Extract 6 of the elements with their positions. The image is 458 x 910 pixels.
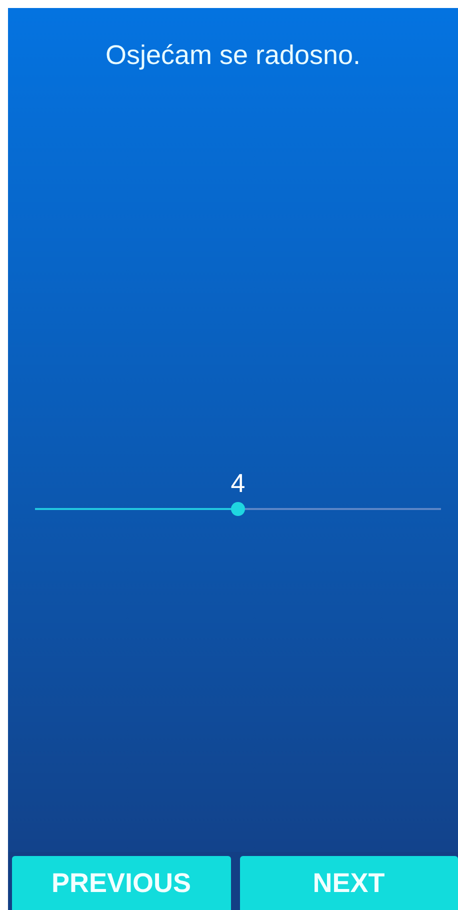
slider-value: 4 <box>230 468 246 498</box>
previous-button[interactable]: PREVIOUS <box>12 856 230 910</box>
statement-text: Osjećam se radosno. <box>104 40 362 71</box>
slider[interactable] <box>35 502 441 516</box>
next-button[interactable]: NEXT <box>240 856 458 910</box>
slider-thumb[interactable] <box>231 502 245 516</box>
